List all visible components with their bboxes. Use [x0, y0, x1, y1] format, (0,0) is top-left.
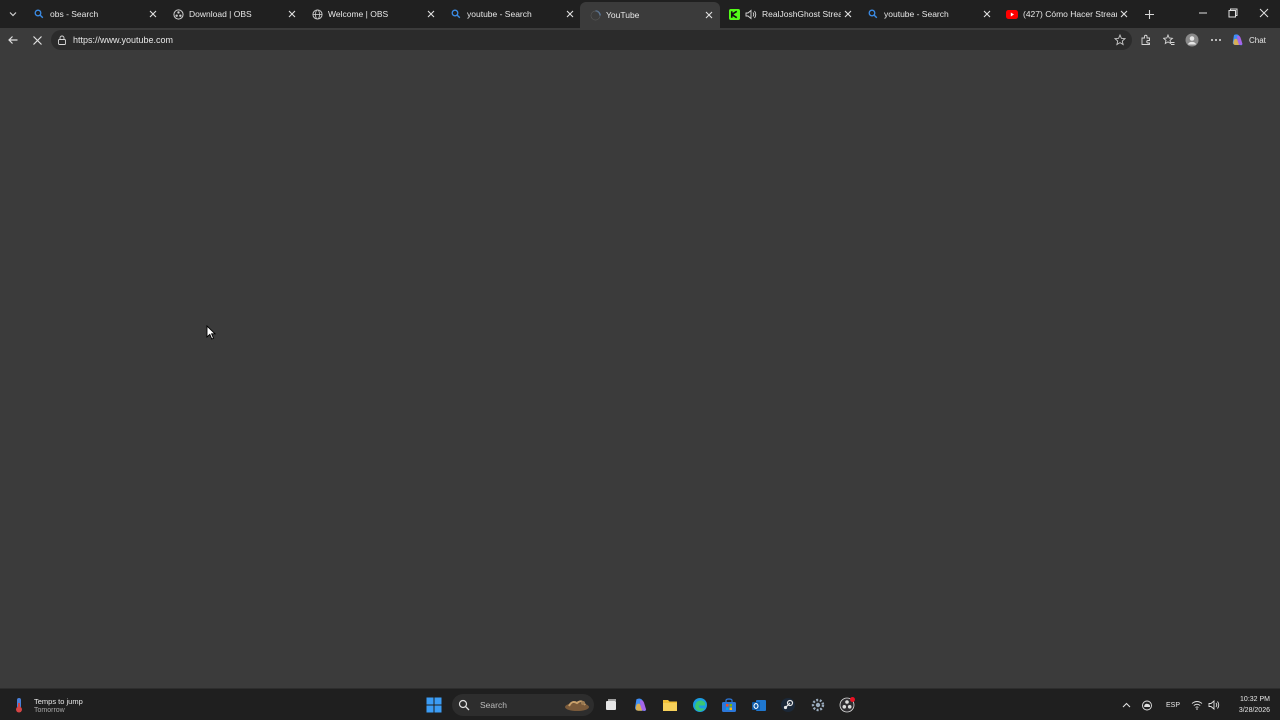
- show-hidden-icons-chevron-icon[interactable]: [1119, 698, 1133, 712]
- tab-title: obs - Search: [50, 9, 99, 19]
- back-arrow-icon[interactable]: [4, 31, 22, 49]
- address-bar[interactable]: https://www.youtube.com: [51, 30, 1132, 50]
- bing-search-icon: [867, 8, 879, 20]
- url-text[interactable]: https://www.youtube.com: [73, 35, 1113, 45]
- tab-title: youtube - Search: [884, 9, 949, 19]
- system-clock[interactable]: 10:32 PM 3/28/2026: [1226, 694, 1270, 716]
- tab-title: YouTube: [606, 10, 640, 20]
- minimize-icon[interactable]: [1192, 3, 1214, 23]
- settings-gear-icon[interactable]: [808, 695, 828, 715]
- favorites-icon[interactable]: [1160, 31, 1178, 49]
- tab-como-hacer-streams[interactable]: (427) Cómo Hacer Streams e: [997, 3, 1135, 25]
- new-tab-plus-icon[interactable]: [1140, 5, 1158, 23]
- clock-date: 3/28/2026: [1238, 707, 1270, 714]
- globe-icon: [311, 8, 323, 20]
- close-icon[interactable]: [285, 7, 299, 21]
- extensions-icon[interactable]: [1137, 31, 1155, 49]
- close-icon[interactable]: [424, 7, 438, 21]
- tab-title: youtube - Search: [467, 9, 532, 19]
- taskbar-search-box[interactable]: Search: [452, 694, 594, 716]
- close-icon[interactable]: [1117, 7, 1131, 21]
- edge-browser-icon[interactable]: [690, 695, 710, 715]
- tab-actions-chevron-icon[interactable]: [4, 5, 22, 23]
- tab-youtube-active[interactable]: YouTube: [580, 2, 720, 28]
- tab-title: (427) Cómo Hacer Streams e: [1023, 9, 1117, 19]
- close-icon[interactable]: [980, 7, 994, 21]
- bing-search-icon: [33, 8, 45, 20]
- tab-youtube-search-2[interactable]: youtube - Search: [858, 3, 998, 25]
- weather-subline: Tomorrow: [34, 706, 65, 714]
- language-indicator[interactable]: ESP: [1163, 698, 1183, 712]
- outlook-icon[interactable]: [749, 695, 769, 715]
- onedrive-sync-icon[interactable]: [1140, 698, 1154, 712]
- more-menu-icon[interactable]: [1207, 31, 1225, 49]
- search-placeholder: Search: [480, 700, 507, 710]
- chat-label: Chat: [1249, 35, 1266, 45]
- tab-strip: obs - Search Download | OBS Welcome | OB…: [0, 0, 1280, 28]
- tab-title: Download | OBS: [189, 9, 252, 19]
- browser-toolbar: https://www.youtube.com Chat: [0, 28, 1280, 52]
- volume-icon[interactable]: [1207, 698, 1221, 712]
- close-icon[interactable]: [702, 8, 716, 22]
- obs-icon: [172, 8, 184, 20]
- kick-icon: [728, 8, 740, 20]
- copilot-chat-button[interactable]: Chat: [1231, 31, 1266, 49]
- obs-studio-icon[interactable]: [837, 695, 857, 715]
- loading-spinner-icon: [589, 9, 601, 21]
- site-info-icon[interactable]: [56, 34, 68, 46]
- wifi-icon[interactable]: [1190, 698, 1204, 712]
- file-explorer-icon[interactable]: [660, 695, 680, 715]
- close-icon[interactable]: [841, 7, 855, 21]
- stop-loading-icon[interactable]: [28, 31, 46, 49]
- web-page-content[interactable]: [0, 52, 1280, 688]
- windows-start-icon[interactable]: [424, 695, 444, 715]
- steam-icon[interactable]: [778, 695, 798, 715]
- youtube-icon: [1006, 8, 1018, 20]
- close-icon[interactable]: [146, 7, 160, 21]
- copilot-icon: [1232, 34, 1243, 46]
- tab-welcome-obs[interactable]: Welcome | OBS: [302, 3, 442, 25]
- microsoft-store-icon[interactable]: [719, 695, 739, 715]
- task-view-icon[interactable]: [601, 695, 621, 715]
- close-icon[interactable]: [563, 7, 577, 21]
- tab-realjoshghost-stream[interactable]: RealJoshGhost Stream -: [719, 3, 859, 25]
- window-close-icon[interactable]: [1253, 3, 1275, 23]
- copilot-taskbar-icon[interactable]: [631, 695, 651, 715]
- search-highlight-art-icon: [565, 700, 589, 711]
- thermometer-icon: [16, 698, 22, 713]
- tab-download-obs[interactable]: Download | OBS: [163, 3, 303, 25]
- tab-title: RealJoshGhost Stream -: [762, 9, 841, 19]
- tab-obs-search[interactable]: obs - Search: [24, 3, 164, 25]
- restore-icon[interactable]: [1222, 3, 1244, 23]
- weather-headline: Temps to jump: [34, 696, 83, 706]
- speaker-icon[interactable]: [745, 8, 757, 20]
- bing-search-icon: [450, 8, 462, 20]
- profile-avatar-icon[interactable]: [1183, 31, 1201, 49]
- tab-youtube-search[interactable]: youtube - Search: [441, 3, 581, 25]
- mouse-pointer-icon: [206, 325, 216, 340]
- favorite-star-icon[interactable]: [1113, 33, 1127, 47]
- search-icon: [458, 699, 470, 711]
- weather-widget[interactable]: Temps to jump Tomorrow: [12, 693, 83, 717]
- windows-taskbar: Temps to jump Tomorrow Search ESP 10:32 …: [0, 688, 1280, 720]
- tab-title: Welcome | OBS: [328, 9, 389, 19]
- clock-time: 10:32 PM: [1240, 696, 1270, 703]
